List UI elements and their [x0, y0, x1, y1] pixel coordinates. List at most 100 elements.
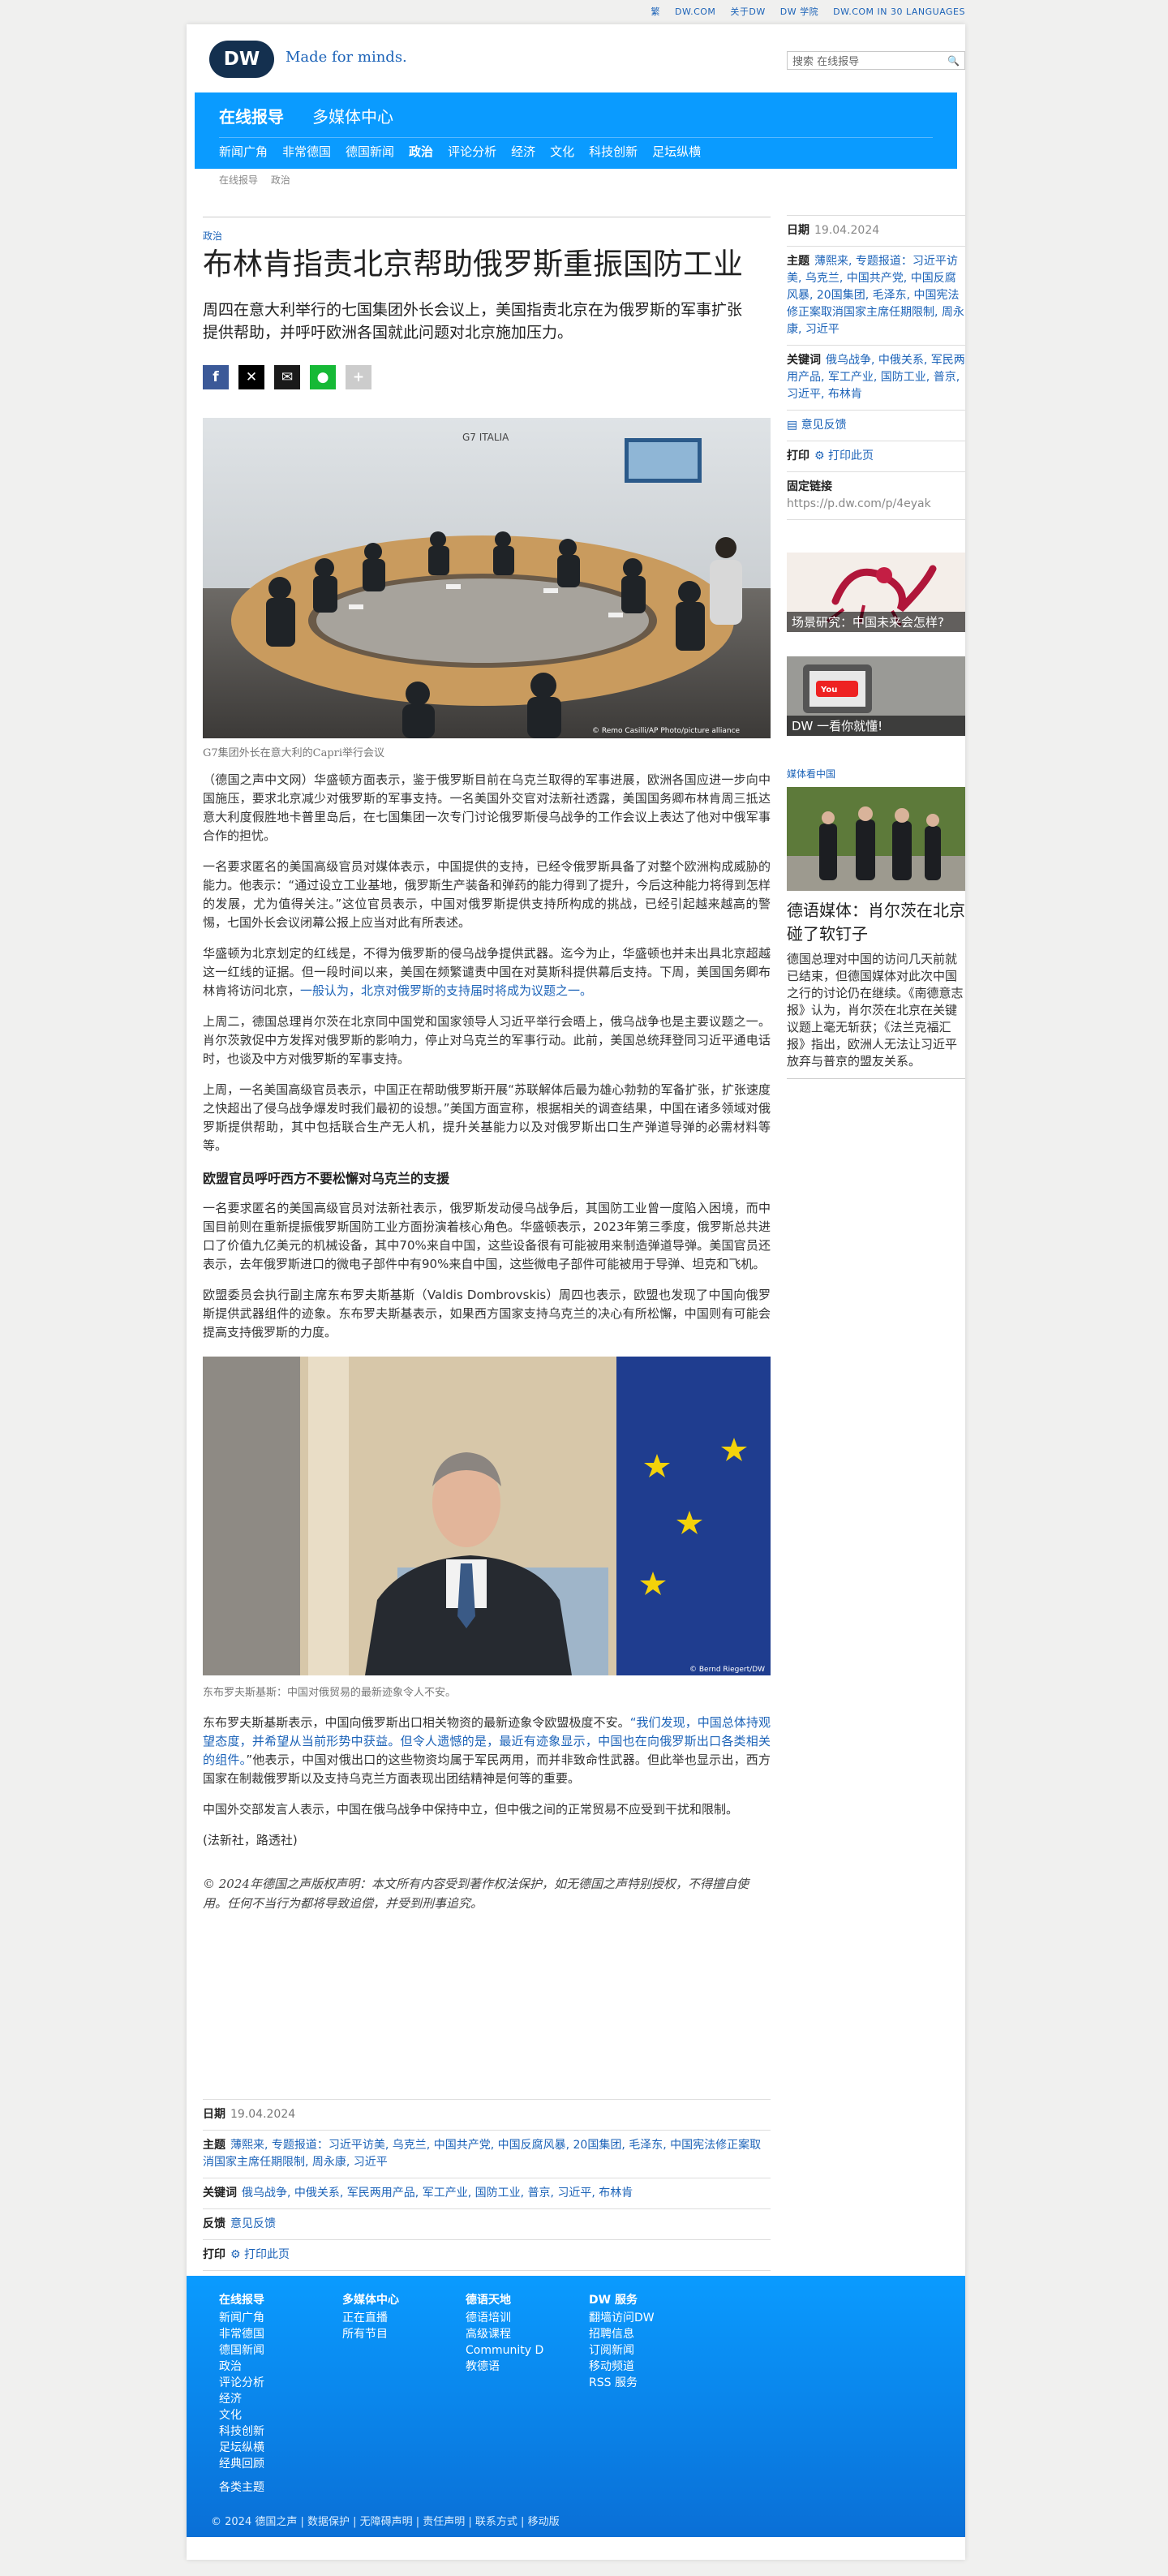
svg-text:You: You: [820, 686, 837, 695]
footer-link[interactable]: Community D: [466, 2342, 589, 2359]
main-navigation: 在线报导 多媒体中心 新闻广角 非常德国 德国新闻 政治 评论分析 经济 文化 …: [195, 92, 957, 169]
media-section-heading[interactable]: 媒体看中国: [787, 767, 965, 781]
article-teaser: 周四在意大利举行的七国集团外长会议上，美国指责北京在为俄罗斯的军事扩张提供帮助，…: [203, 301, 743, 342]
footer-link[interactable]: 经典回顾: [219, 2456, 342, 2472]
topbar-link-dwcom[interactable]: DW.COM: [675, 6, 715, 17]
article-image-g7: G7 ITALIA © Remo Casilli/AP Photo/pictur…: [203, 418, 771, 738]
search-icon[interactable]: 🔍: [947, 55, 960, 67]
image-caption-1: G7集团外长在意大利的Capri举行会议: [203, 747, 385, 759]
topbar-link-languages[interactable]: DW.COM IN 30 LANGUAGES: [833, 6, 965, 17]
search-input[interactable]: 搜索 在线报导 🔍: [787, 51, 965, 70]
footer-link[interactable]: 教德语: [466, 2359, 589, 2375]
facebook-icon[interactable]: f: [203, 365, 229, 389]
g7-sign-text: G7 ITALIA: [462, 432, 509, 443]
footer-heading[interactable]: 多媒体中心: [342, 2292, 466, 2308]
feedback-link[interactable]: 意见反馈: [230, 2217, 276, 2230]
paragraph: 欧盟委员会执行副主席东布罗夫斯基斯（Valdis Dombrovskis）周四也…: [203, 1288, 771, 1340]
footer-column: 德语天地 德语培训 高级课程 Community D 教德语: [466, 2292, 589, 2472]
paragraph: 东布罗夫斯基斯表示，中国向俄罗斯出口相关物资的最新迹象令欧盟极度不安。“我们发现…: [203, 1714, 771, 1788]
footer-link[interactable]: 经济: [219, 2391, 342, 2407]
article-meta: 日期 19.04.2024 主题 薄熙来, 专题报道：习近平访美, 乌克兰, 中国共…: [203, 2099, 771, 2302]
paragraph: 上周，一名美国高级官员表示，中国正在帮助俄罗斯开展“苏联解体后最为雄心勃勃的军备…: [203, 1082, 771, 1153]
nav-title-multimedia[interactable]: 多媒体中心: [312, 104, 393, 127]
nav-item-culture[interactable]: 文化: [550, 143, 574, 160]
footer-link[interactable]: 正在直播: [342, 2310, 466, 2326]
nav-item-german-news[interactable]: 德国新闻: [346, 143, 394, 160]
side-topics-links[interactable]: 薄熙来, 专题报道：习近平访美, 乌克兰, 中国共产党, 中国反腐风暴, 20国…: [787, 255, 964, 336]
footer-heading[interactable]: DW 服务: [589, 2292, 712, 2308]
dw-logo[interactable]: DW: [209, 41, 274, 78]
topbar-link-traditional[interactable]: 繁: [651, 5, 661, 18]
article-kicker[interactable]: 政治: [203, 229, 222, 243]
meta-keywords-links[interactable]: 俄乌战争, 中俄关系, 军民两用产品, 军工产业, 国防工业, 普京, 习近平,…: [242, 2187, 633, 2200]
footer-link[interactable]: 招聘信息: [589, 2326, 712, 2342]
top-utility-bar: 繁 DW.COM 关于DW DW 学院 DW.COM IN 30 LANGUAG…: [0, 0, 1168, 23]
footer-link[interactable]: 德国新闻: [219, 2342, 342, 2359]
footer-link[interactable]: 文化: [219, 2407, 342, 2423]
footer-link[interactable]: 移动频道: [589, 2359, 712, 2375]
footer-link[interactable]: 科技创新: [219, 2423, 342, 2440]
promo-dw-video[interactable]: You DW 一看你就懂!: [787, 656, 965, 736]
footer-heading[interactable]: 德语天地: [466, 2292, 589, 2308]
inline-link[interactable]: 一般认为，北京对俄罗斯的支持届时将成为议题之一。: [300, 983, 592, 998]
print-link[interactable]: 打印此页: [244, 2248, 290, 2261]
side-print-row: 打印 ⚙ 打印此页: [787, 441, 965, 472]
footer-link[interactable]: 政治: [219, 2359, 342, 2375]
line-icon[interactable]: ●: [310, 365, 336, 389]
footer-link[interactable]: 足坛纵横: [219, 2440, 342, 2456]
media-image-scholz[interactable]: [787, 787, 965, 891]
media-article-title[interactable]: 德语媒体：肖尔茨在北京碰了软钉子: [787, 899, 965, 946]
topbar-link-academy[interactable]: DW 学院: [780, 5, 818, 18]
side-feedback-link[interactable]: 意见反馈: [801, 419, 847, 432]
nav-item-news[interactable]: 新闻广角: [219, 143, 268, 160]
footer-link[interactable]: 评论分析: [219, 2375, 342, 2391]
footer-link[interactable]: 所有节目: [342, 2326, 466, 2342]
nav-items: 新闻广角 非常德国 德国新闻 政治 评论分析 经济 文化 科技创新 足坛纵横: [219, 143, 701, 160]
nav-item-football[interactable]: 足坛纵横: [652, 143, 701, 160]
sidebar: 日期 19.04.2024 主题 薄熙来, 专题报道：习近平访美, 乌克兰, 中国共…: [787, 187, 965, 1079]
more-share-icon[interactable]: +: [346, 365, 371, 389]
nav-item-economy[interactable]: 经济: [511, 143, 535, 160]
footer-link[interactable]: 非常德国: [219, 2326, 342, 2342]
print-icon[interactable]: ⚙: [230, 2248, 244, 2261]
side-permalink[interactable]: https://p.dw.com/p/4eyak: [787, 497, 931, 510]
nav-item-commentary[interactable]: 评论分析: [448, 143, 496, 160]
footer-heading[interactable]: 在线报导: [219, 2292, 342, 2308]
meta-label: 日期: [203, 2108, 225, 2121]
footer-link[interactable]: 高级课程: [466, 2326, 589, 2342]
paragraph: （德国之声中文网）华盛顿方面表示，鉴于俄罗斯目前在乌克兰取得的军事进展，欧洲各国…: [203, 772, 771, 843]
footer-topics-link[interactable]: 各类主题: [219, 2479, 264, 2495]
meta-date: 19.04.2024: [230, 2108, 296, 2121]
side-label: 日期: [787, 224, 809, 237]
breadcrumb-item[interactable]: 政治: [271, 174, 290, 186]
meta-label: 主题: [203, 2139, 225, 2152]
email-icon[interactable]: ✉: [274, 365, 300, 389]
nav-item-germany[interactable]: 非常德国: [282, 143, 331, 160]
promo-future-china[interactable]: 场景研究：中国未来会怎样?: [787, 553, 965, 632]
side-print-link[interactable]: 打印此页: [828, 449, 874, 462]
copyright-notice: © 2024年德国之声版权声明：本文所有内容受到著作权法保护，如无德国之声特别授…: [203, 1877, 749, 1911]
footer-column: 在线报导 新闻广角 非常德国 德国新闻 政治 评论分析 经济 文化 科技创新 足…: [219, 2292, 342, 2472]
paragraph: 华盛顿为北京划定的红线是，不得为俄罗斯的侵乌战争提供武器。迄今为止，华盛顿也并未…: [203, 944, 771, 1000]
nav-title-online[interactable]: 在线报导: [219, 104, 284, 127]
paragraph: (法新社，路透社): [203, 1833, 298, 1847]
side-feedback-row: ▤ 意见反馈: [787, 411, 965, 441]
footer-link[interactable]: RSS 服务: [589, 2375, 712, 2391]
paragraph: 中国外交部发言人表示，中国在俄乌战争中保持中立，但中俄之间的正常贸易不应受到干扰…: [203, 1802, 739, 1817]
print-icon[interactable]: ⚙: [814, 449, 828, 462]
nav-item-tech[interactable]: 科技创新: [589, 143, 638, 160]
section-heading: 欧盟官员呼吁西方不要松懈对乌克兰的支援: [203, 1171, 450, 1186]
paragraph: 一名要求匿名的美国高级官员对法新社表示，俄罗斯发动侵乌战争后，其国防工业曾一度陷…: [203, 1201, 771, 1271]
topbar-link-about[interactable]: 关于DW: [730, 5, 765, 18]
footer-link[interactable]: 德语培训: [466, 2310, 589, 2326]
footer-link[interactable]: 订阅新闻: [589, 2342, 712, 2359]
nav-item-politics[interactable]: 政治: [409, 143, 433, 160]
x-twitter-icon[interactable]: ✕: [238, 365, 264, 389]
meta-topics-links[interactable]: 薄熙来, 专题报道：习近平访美, 乌克兰, 中国共产党, 中国反腐风暴, 20国…: [203, 2139, 761, 2169]
breadcrumb-item[interactable]: 在线报导: [219, 174, 258, 186]
footer-link[interactable]: 新闻广角: [219, 2310, 342, 2326]
footer-link[interactable]: 翻墙访问DW: [589, 2310, 712, 2326]
side-label: 打印: [787, 449, 809, 462]
side-label: 固定链接: [787, 480, 832, 493]
feedback-icon[interactable]: ▤: [787, 419, 801, 432]
